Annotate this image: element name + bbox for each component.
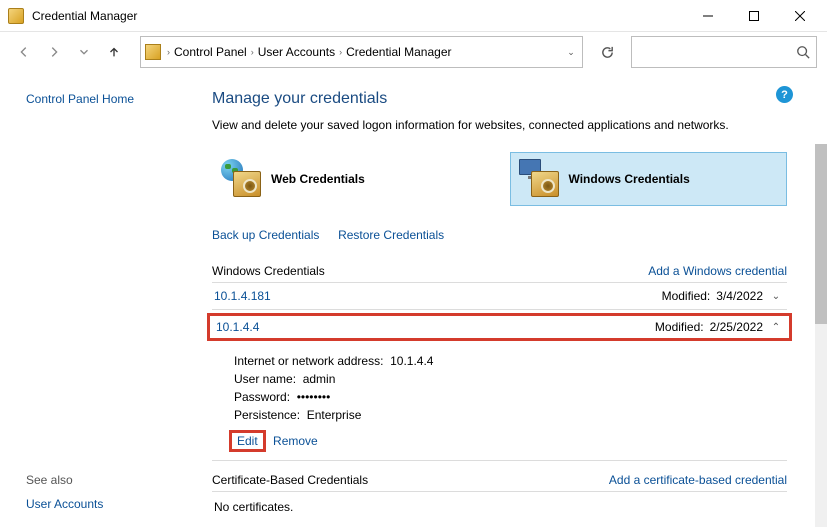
web-credentials-icon <box>221 159 265 199</box>
add-windows-credential-link[interactable]: Add a Windows credential <box>648 264 787 278</box>
web-credentials-tile[interactable]: Web Credentials <box>212 152 490 206</box>
help-icon[interactable]: ? <box>776 86 793 103</box>
user-accounts-link[interactable]: User Accounts <box>26 497 103 511</box>
edit-link[interactable]: Edit <box>235 434 260 448</box>
restore-credentials-link[interactable]: Restore Credentials <box>338 228 444 242</box>
up-button[interactable] <box>100 38 128 66</box>
breadcrumb-leaf[interactable]: Credential Manager <box>342 37 455 67</box>
control-panel-home-link[interactable]: Control Panel Home <box>26 92 190 106</box>
modified-label: Modified: <box>655 320 704 334</box>
modified-date: 3/4/2022 <box>716 289 763 303</box>
app-icon <box>8 8 24 24</box>
nav-bar: › Control Panel › User Accounts › Creden… <box>0 32 827 72</box>
window-title: Credential Manager <box>32 9 137 23</box>
detail-persistence-label: Persistence: <box>234 408 300 422</box>
breadcrumb-mid[interactable]: User Accounts <box>254 37 339 67</box>
forward-button[interactable] <box>40 38 68 66</box>
address-dropdown[interactable]: ⌄ <box>560 47 582 58</box>
windows-credentials-tile[interactable]: Windows Credentials <box>510 152 788 206</box>
remove-link[interactable]: Remove <box>273 434 318 448</box>
control-panel-icon <box>145 44 161 60</box>
close-button[interactable] <box>777 0 823 32</box>
see-also-label: See also <box>26 473 190 487</box>
chevron-up-icon[interactable]: ⌃ <box>769 322 783 333</box>
address-bar[interactable]: › Control Panel › User Accounts › Creden… <box>140 36 583 68</box>
edit-highlight-box: Edit <box>229 430 266 452</box>
web-credentials-label: Web Credentials <box>271 172 365 186</box>
left-pane: Control Panel Home See also User Account… <box>0 72 190 527</box>
page-subtitle: View and delete your saved logon informa… <box>212 118 787 132</box>
windows-credentials-label: Windows Credentials <box>569 172 690 186</box>
minimize-button[interactable] <box>685 0 731 32</box>
scrollbar-thumb[interactable] <box>815 144 827 324</box>
search-icon[interactable] <box>796 45 810 59</box>
detail-persistence-value: Enterprise <box>307 408 362 422</box>
scrollbar[interactable] <box>815 144 827 527</box>
credential-row-expanded[interactable]: 10.1.4.4 Modified: 2/25/2022 ⌃ <box>212 318 787 336</box>
detail-password-label: Password: <box>234 390 290 404</box>
search-input[interactable] <box>632 37 792 67</box>
certificate-credentials-section: Certificate-Based Credentials Add a cert… <box>212 469 787 492</box>
title-bar: Credential Manager <box>0 0 827 32</box>
credential-address: 10.1.4.181 <box>212 289 271 303</box>
search-box[interactable] <box>631 36 817 68</box>
highlight-box: 10.1.4.4 Modified: 2/25/2022 ⌃ <box>207 313 792 341</box>
detail-username-label: User name: <box>234 372 296 386</box>
modified-label: Modified: <box>662 289 711 303</box>
refresh-button[interactable] <box>591 36 623 68</box>
back-button[interactable] <box>10 38 38 66</box>
breadcrumb-root[interactable]: Control Panel <box>170 37 251 67</box>
credential-address: 10.1.4.4 <box>214 320 259 334</box>
detail-address-label: Internet or network address: <box>234 354 383 368</box>
maximize-button[interactable] <box>731 0 777 32</box>
modified-date: 2/25/2022 <box>710 320 763 334</box>
windows-credentials-icon <box>519 159 563 199</box>
windows-credentials-section: Windows Credentials Add a Windows creden… <box>212 260 787 283</box>
no-certificates-label: No certificates. <box>212 492 787 514</box>
detail-address-value: 10.1.4.4 <box>390 354 433 368</box>
section-title: Certificate-Based Credentials <box>212 473 368 487</box>
page-title: Manage your credentials <box>212 90 787 108</box>
add-certificate-credential-link[interactable]: Add a certificate-based credential <box>609 473 787 487</box>
credential-details: Internet or network address: 10.1.4.4 Us… <box>212 344 787 461</box>
chevron-down-icon[interactable]: ⌄ <box>769 291 783 302</box>
credential-row[interactable]: 10.1.4.181 Modified: 3/4/2022 ⌄ <box>212 283 787 310</box>
main-content: ? Manage your credentials View and delet… <box>190 72 827 527</box>
detail-password-value: •••••••• <box>297 390 331 404</box>
backup-credentials-link[interactable]: Back up Credentials <box>212 228 319 242</box>
recent-dropdown[interactable] <box>70 38 98 66</box>
section-title: Windows Credentials <box>212 264 325 278</box>
detail-username-value: admin <box>303 372 336 386</box>
